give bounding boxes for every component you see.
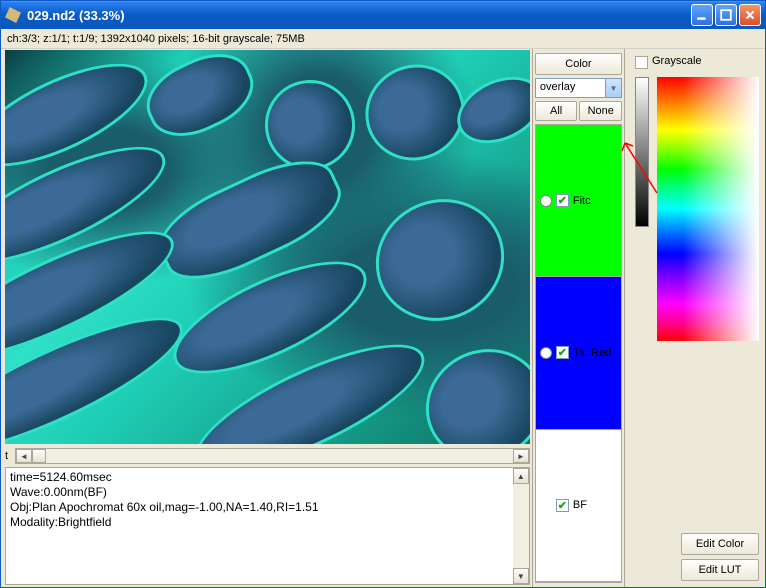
dropdown-arrow-icon[interactable]: ▼ (606, 78, 622, 98)
left-pane: t ◄ ► time=5124.60msec Wave:0.00nm(BF) O… (1, 49, 533, 587)
channel-label: Tx. Red (573, 347, 612, 359)
channel-fitc[interactable]: ✔ Fitc (536, 125, 621, 277)
titlebar[interactable]: 029.nd2 (33.3%) (1, 1, 765, 29)
channel-label: Fitc (573, 195, 591, 207)
time-slider-label: t (5, 450, 13, 462)
grayscale-label: Grayscale (652, 55, 702, 67)
channel-radio-fitc[interactable] (540, 195, 552, 207)
display-mode-dropdown[interactable]: overlay ▼ (535, 78, 622, 98)
display-mode-value: overlay (535, 78, 606, 98)
close-button[interactable] (739, 4, 761, 26)
grayscale-gradient[interactable] (635, 77, 649, 227)
color-palette[interactable] (657, 77, 759, 341)
metadata-panel: time=5124.60msec Wave:0.00nm(BF) Obj:Pla… (5, 467, 530, 585)
channel-list: ✔ Fitc ✔ Tx. Red ✔ BF (535, 124, 622, 583)
app-window: 029.nd2 (33.3%) ch:3/3; z:1/1; t:1/9; 13… (0, 0, 766, 588)
info-scrollbar[interactable]: ▲ ▼ (513, 468, 529, 584)
image-viewer[interactable] (5, 50, 530, 444)
time-slider[interactable]: ◄ ► (15, 448, 530, 464)
none-button[interactable]: None (579, 101, 622, 121)
channel-bf[interactable]: ✔ BF (536, 430, 621, 582)
slider-thumb[interactable] (32, 449, 46, 463)
info-time: time=5124.60msec (10, 470, 525, 485)
color-panel: Grayscale Edit Color Edit LUT (625, 49, 765, 587)
maximize-button[interactable] (715, 4, 737, 26)
channel-pane: Color overlay ▼ All None ✔ Fitc ✔ Tx. Re… (533, 49, 625, 587)
all-button[interactable]: All (535, 101, 578, 121)
minimize-button[interactable] (691, 4, 713, 26)
info-wave: Wave:0.00nm(BF) (10, 485, 525, 500)
image-metadata: ch:3/3; z:1/1; t:1/9; 1392x1040 pixels; … (1, 29, 765, 49)
info-modality: Modality:Brightfield (10, 515, 525, 530)
channel-radio-txred[interactable] (540, 347, 552, 359)
info-objective: Obj:Plan Apochromat 60x oil,mag=-1.00,NA… (10, 500, 525, 515)
scroll-down-arrow-icon[interactable]: ▼ (513, 568, 529, 584)
channel-label: BF (573, 499, 587, 511)
channel-checkbox-txred[interactable]: ✔ (556, 346, 569, 359)
window-title: 029.nd2 (33.3%) (27, 8, 691, 23)
channel-checkbox-fitc[interactable]: ✔ (556, 194, 569, 207)
slider-left-arrow-icon[interactable]: ◄ (16, 449, 32, 463)
edit-lut-button[interactable]: Edit LUT (681, 559, 759, 581)
scroll-up-arrow-icon[interactable]: ▲ (513, 468, 529, 484)
channel-checkbox-bf[interactable]: ✔ (556, 499, 569, 512)
color-button[interactable]: Color (535, 53, 622, 75)
slider-right-arrow-icon[interactable]: ► (513, 449, 529, 463)
imagej-icon (5, 7, 21, 23)
grayscale-checkbox[interactable] (635, 56, 648, 69)
channel-txred[interactable]: ✔ Tx. Red (536, 277, 621, 429)
edit-color-button[interactable]: Edit Color (681, 533, 759, 555)
